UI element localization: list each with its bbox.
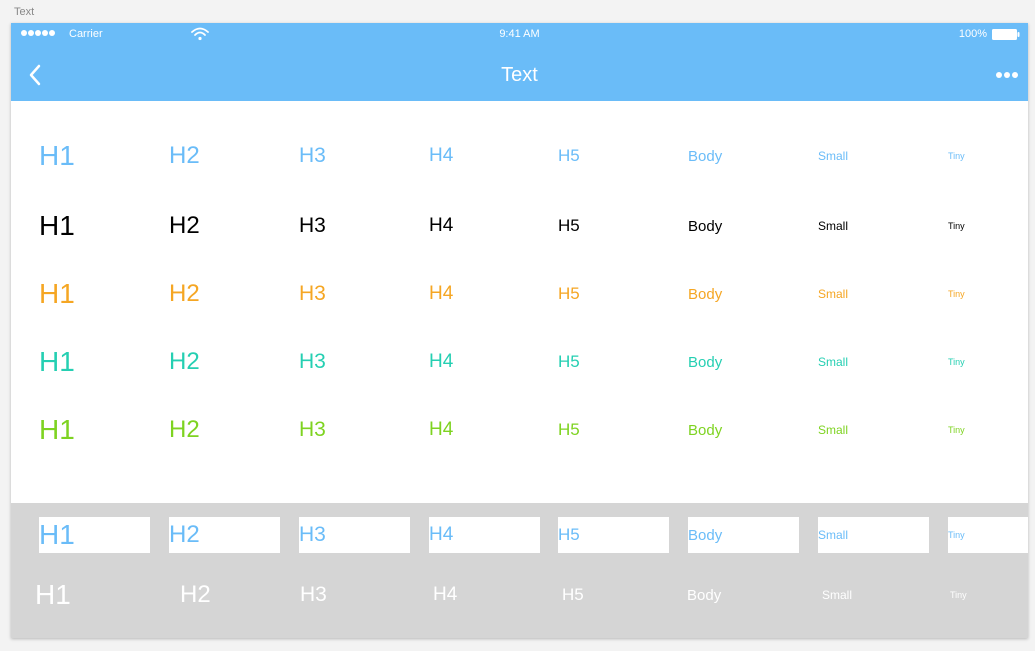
text-row-black: H1 H2 H3 H4 H5 Body Small Tiny <box>11 206 1028 246</box>
text-sample-h5: H5 <box>558 284 580 303</box>
text-sample-h2: H2 <box>169 280 200 307</box>
text-sample-h4: H4 <box>429 283 454 304</box>
white-text-h2: H2 <box>180 581 211 608</box>
text-sample-h2: H2 <box>169 416 200 443</box>
status-time: 9:41 AM <box>499 28 540 40</box>
text-sample-tiny: Tiny <box>948 425 965 435</box>
boxed-text-h5: H5 <box>558 517 669 553</box>
page-label: Text <box>14 6 35 18</box>
text-sample-h5: H5 <box>558 420 580 439</box>
text-sample-h4: H4 <box>429 145 454 166</box>
text-sample-h3: H3 <box>299 144 326 167</box>
boxed-text-h1: H1 <box>39 517 150 553</box>
text-sample-tiny: Tiny <box>948 357 965 367</box>
text-sample-small: Small <box>818 287 849 301</box>
white-text-small: Small <box>822 588 853 602</box>
text-sample-h1: H1 <box>39 278 75 309</box>
status-bar: Carrier 9:41 AM 100% <box>11 23 1028 47</box>
text-sample-body: Body <box>688 421 723 439</box>
white-text-tiny: Tiny <box>950 590 967 600</box>
text-sample-h3: H3 <box>299 350 326 373</box>
text-sample-h1: H1 <box>39 140 75 171</box>
white-text-h4: H4 <box>433 584 458 605</box>
text-sample-h3: H3 <box>299 418 326 441</box>
text-sample-body: Body <box>688 353 723 371</box>
white-text-h1: H1 <box>35 579 71 610</box>
text-sample-body: Body <box>688 217 723 235</box>
boxed-text-h4: H4 <box>429 517 540 553</box>
text-sample-small: Small <box>818 149 849 163</box>
text-sample-h4: H4 <box>429 215 454 236</box>
text-sample-h1: H1 <box>39 414 75 445</box>
text-sample-h3: H3 <box>299 282 326 305</box>
text-sample-small: Small <box>818 423 849 437</box>
text-sample-small: Small <box>818 219 849 233</box>
text-sample-body: Body <box>688 285 723 303</box>
text-row-blue: H1 H2 H3 H4 H5 Body Small Tiny <box>11 136 1028 176</box>
text-sample-h1: H1 <box>39 346 75 377</box>
text-sample-body: Body <box>688 147 723 165</box>
boxed-text-tiny: Tiny <box>948 517 1028 553</box>
text-sample-tiny: Tiny <box>948 151 965 161</box>
white-text-h5: H5 <box>562 585 584 604</box>
device-frame: Carrier 9:41 AM 100% Text H1 H2 H3 H4 H5 Body… <box>11 23 1028 638</box>
boxed-text-h2: H2 <box>169 517 280 553</box>
text-row-white: H1 H2 H3 H4 H5 Body Small Tiny <box>11 578 1028 612</box>
boxed-text-body: Body <box>688 517 799 553</box>
text-sample-h3: H3 <box>299 214 326 237</box>
more-options-icon[interactable] <box>994 72 1018 78</box>
text-sample-small: Small <box>818 355 849 369</box>
text-row-teal: H1 H2 H3 H4 H5 Body Small Tiny <box>11 342 1028 382</box>
text-sample-h5: H5 <box>558 216 580 235</box>
text-row-orange: H1 H2 H3 H4 H5 Body Small Tiny <box>11 274 1028 314</box>
white-text-body: Body <box>687 586 722 604</box>
text-sample-tiny: Tiny <box>948 221 965 231</box>
page-title: Text <box>501 64 538 86</box>
battery-percentage: 100% <box>958 28 987 40</box>
boxed-text-small: Small <box>818 517 929 553</box>
white-text-h3: H3 <box>300 583 327 606</box>
gray-panel: H1 H2 H3 H4 H5 Body Small Tiny H1 H2 H3 H4 H5 Body Sma… <box>11 503 1028 638</box>
text-sample-h4: H4 <box>429 351 454 372</box>
text-sample-h1: H1 <box>39 210 75 241</box>
text-sample-h4: H4 <box>429 419 454 440</box>
text-sample-h5: H5 <box>558 352 580 371</box>
text-sample-h2: H2 <box>169 142 200 169</box>
text-sample-h5: H5 <box>558 146 580 165</box>
navigation-bar: Carrier 9:41 AM 100% Text <box>11 23 1028 101</box>
text-sample-h2: H2 <box>169 212 200 239</box>
text-sample-h2: H2 <box>169 348 200 375</box>
boxed-text-h3: H3 <box>299 517 410 553</box>
text-row-green: H1 H2 H3 H4 H5 Body Small Tiny <box>11 410 1028 450</box>
battery-icon <box>992 29 1020 40</box>
text-sample-tiny: Tiny <box>948 289 965 299</box>
